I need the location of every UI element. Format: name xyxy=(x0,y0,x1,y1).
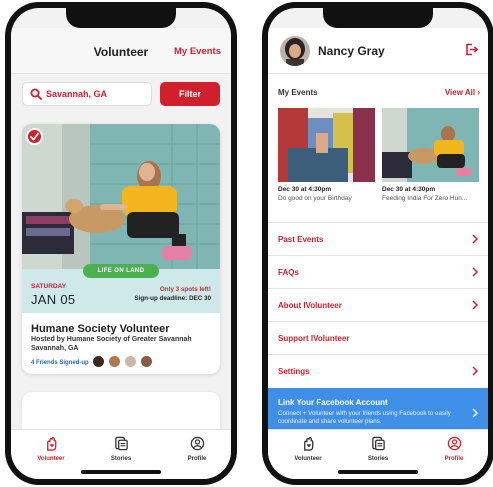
avatar xyxy=(92,355,105,368)
filter-button[interactable]: Filter xyxy=(160,82,220,106)
event-photo xyxy=(22,124,220,272)
view-all-link[interactable]: View All › xyxy=(445,88,480,97)
event-host: Hosted by Humane Society of Greater Sava… xyxy=(31,336,192,343)
tab-stories[interactable]: Stories xyxy=(348,436,408,462)
avatar[interactable] xyxy=(280,36,310,66)
tab-volunteer-label: Volunteer xyxy=(37,456,65,462)
menu-item-about[interactable]: About IVolunteer xyxy=(268,288,488,321)
event-weekday: SATURDAY xyxy=(31,283,67,290)
event-date: JAN 05 xyxy=(31,292,76,307)
tab-profile[interactable]: Profile xyxy=(424,436,484,462)
hand-heart-icon xyxy=(303,437,313,451)
tab-profile-label: Profile xyxy=(444,456,464,462)
menu-item-label: Past Events xyxy=(278,235,324,244)
my-event-desc: Do good on your Birthday xyxy=(278,195,352,202)
spots-left: Only 3 spots left! xyxy=(159,286,211,293)
menu-item-settings[interactable]: Settings xyxy=(268,354,488,387)
user-name: Nancy Gray xyxy=(318,44,385,58)
menu-item-faqs[interactable]: FAQs xyxy=(268,255,488,288)
logout-icon[interactable] xyxy=(465,43,478,56)
profile-body: My Events View All › Dec 30 at 4:30pm Do… xyxy=(268,74,488,479)
category-badge: LIFE ON LAND xyxy=(83,264,159,278)
menu-item-past-events[interactable]: Past Events xyxy=(268,222,488,255)
profile-icon xyxy=(190,436,204,451)
facebook-banner-title: Link Your Facebook Account xyxy=(278,398,388,407)
menu-item-support[interactable]: Support IVolunteer xyxy=(268,321,488,354)
phone-profile: Nancy Gray My Events View All › Dec 30 a… xyxy=(262,2,493,485)
phone-notch xyxy=(66,8,176,28)
avatar xyxy=(108,355,121,368)
stories-icon xyxy=(371,436,385,451)
selected-check-icon xyxy=(26,128,43,145)
my-event-desc: Feeding India For Zero Hun... xyxy=(382,195,468,202)
menu-item-label: FAQs xyxy=(278,268,299,277)
search-location-value: Savannah, GA xyxy=(46,89,108,99)
home-indicator[interactable] xyxy=(338,470,418,474)
search-icon xyxy=(30,88,42,100)
hand-heart-icon xyxy=(46,437,56,451)
chevron-right-icon xyxy=(472,366,479,376)
profile-screen: Nancy Gray My Events View All › Dec 30 a… xyxy=(268,8,488,479)
stage: Volunteer My Events Savannah, GA Filter xyxy=(0,0,493,487)
signup-deadline: Sign-up deadline: DEC 30 xyxy=(134,295,211,302)
chevron-right-icon xyxy=(472,267,479,277)
volunteer-screen: Volunteer My Events Savannah, GA Filter xyxy=(11,8,231,479)
my-events-link[interactable]: My Events xyxy=(174,46,221,57)
avatar xyxy=(124,355,137,368)
phone-volunteer: Volunteer My Events Savannah, GA Filter xyxy=(5,2,237,485)
tab-stories-label: Stories xyxy=(110,456,132,462)
tab-stories[interactable]: Stories xyxy=(91,436,151,462)
chevron-right-icon xyxy=(472,300,479,310)
my-event-date: Dec 30 at 4:30pm xyxy=(278,186,332,193)
my-event-thumbnail[interactable] xyxy=(278,108,375,182)
menu-item-label: About IVolunteer xyxy=(278,301,342,310)
tab-volunteer-label: Volunteer xyxy=(294,456,322,462)
friends-signed-up[interactable]: 4 Friends Signed-up xyxy=(31,360,89,366)
event-location: Savannah, GA xyxy=(31,345,79,352)
view-all-label: View All xyxy=(444,88,476,97)
tab-profile-label: Profile xyxy=(187,456,207,462)
phone-notch xyxy=(323,8,433,28)
chevron-right-icon: › xyxy=(477,88,480,97)
home-indicator[interactable] xyxy=(81,470,161,474)
tab-stories-label: Stories xyxy=(367,456,389,462)
tab-volunteer[interactable]: Volunteer xyxy=(278,436,338,462)
chevron-right-icon xyxy=(472,408,479,418)
facebook-banner-desc: Connect + Volunteer with your friends us… xyxy=(278,410,451,425)
volunteer-header: Volunteer My Events xyxy=(11,28,231,74)
search-row: Savannah, GA Filter xyxy=(22,82,220,106)
my-event-date: Dec 30 at 4:30pm xyxy=(382,186,436,193)
menu-item-label: Support IVolunteer xyxy=(278,334,350,343)
my-events-heading: My Events xyxy=(278,88,318,97)
tab-profile[interactable]: Profile xyxy=(167,436,227,462)
avatar xyxy=(140,355,153,368)
menu-item-label: Settings xyxy=(278,367,310,376)
event-card[interactable]: LIFE ON LAND SATURDAY JAN 05 Only 3 spot… xyxy=(22,124,220,374)
event-title: Humane Society Volunteer xyxy=(31,323,170,335)
profile-header: Nancy Gray xyxy=(268,28,488,74)
chevron-right-icon xyxy=(472,234,479,244)
tab-volunteer[interactable]: Volunteer xyxy=(21,436,81,462)
location-search-input[interactable]: Savannah, GA xyxy=(22,82,152,106)
my-event-thumbnail[interactable] xyxy=(382,108,479,182)
profile-icon xyxy=(447,436,461,451)
stories-icon xyxy=(114,436,128,451)
